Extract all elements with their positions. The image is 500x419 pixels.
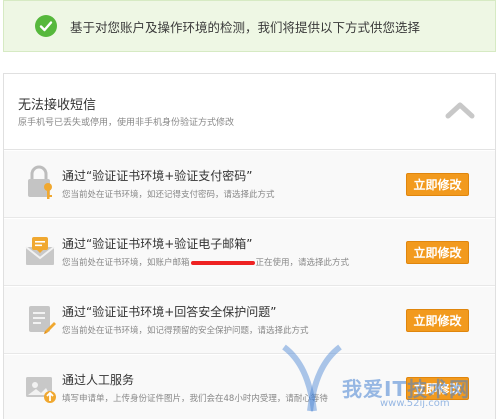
option-subtitle: 您当前处在证书环境，如记得预留的安全保护问题，请选择此方式: [62, 326, 309, 336]
section-header[interactable]: 无法接收短信 原手机号已丢失或停用，使用非手机身份验证方式修改: [4, 74, 495, 150]
option-row-manual-service: 通过人工服务 填写申请单，上传身份证件图片，我们会在48小时内受理，请耐心等待 …: [4, 355, 495, 419]
option-subtitle-pre: 您当前处在证书环境，如账户邮箱: [62, 258, 190, 268]
redacted-email: [190, 260, 255, 265]
option-title: 通过“验证证书环境+验证支付密码”: [62, 169, 253, 183]
option-subtitle: 您当前处在证书环境，如账户邮箱 正在使用，请选择此方式: [62, 256, 349, 268]
option-subtitle: 您当前处在证书环境，如还记得支付密码，请选择此方式: [62, 190, 275, 200]
chevron-up-icon[interactable]: [445, 100, 475, 120]
notice-message: 基于对您账户及操作环境的检测，我们将提供以下方式供您选择: [70, 19, 421, 35]
section-subtitle: 原手机号已丢失或停用，使用非手机身份验证方式修改: [18, 118, 235, 128]
modify-now-button[interactable]: 立即修改: [406, 377, 469, 400]
option-row-security-question: 通过“验证证书环境+回答安全保护问题” 您当前处在证书环境，如记得预留的安全保护…: [4, 287, 495, 354]
option-title: 通过“验证证书环境+验证电子邮箱”: [62, 237, 253, 251]
modify-now-button[interactable]: 立即修改: [406, 241, 469, 264]
options-panel: 无法接收短信 原手机号已丢失或停用，使用非手机身份验证方式修改 通过“验证证书环…: [3, 73, 496, 419]
option-title: 通过“验证证书环境+回答安全保护问题”: [62, 305, 277, 319]
option-title: 通过人工服务: [62, 373, 135, 387]
photo-upload-icon: [26, 377, 56, 403]
option-subtitle-post: 正在使用，请选择此方式: [255, 258, 350, 268]
section-title: 无法接收短信: [18, 98, 97, 113]
option-row-payment-password: 通过“验证证书环境+验证支付密码” 您当前处在证书环境，如还记得支付密码，请选择…: [4, 151, 495, 218]
modify-now-button[interactable]: 立即修改: [406, 309, 469, 332]
envelope-icon: [25, 237, 55, 265]
check-circle-icon: [35, 15, 57, 37]
modify-now-button[interactable]: 立即修改: [406, 173, 469, 196]
document-pen-icon: [29, 306, 56, 334]
option-subtitle: 填写申请单，上传身份证件图片，我们会在48小时内受理，请耐心等待: [62, 394, 328, 404]
option-row-email: 通过“验证证书环境+验证电子邮箱” 您当前处在证书环境，如账户邮箱 正在使用，请选…: [4, 219, 495, 286]
lock-key-icon: [28, 165, 52, 199]
notice-banner: 基于对您账户及操作环境的检测，我们将提供以下方式供您选择: [3, 0, 496, 52]
